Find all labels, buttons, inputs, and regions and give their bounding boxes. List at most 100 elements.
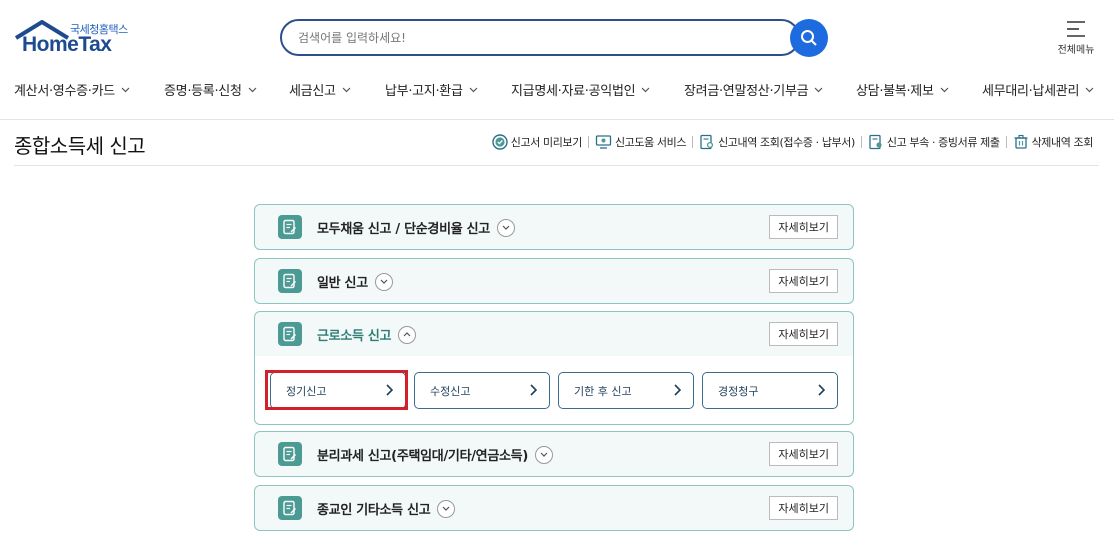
nav-label: 납부·고지·환급: [385, 84, 463, 99]
accordion-title-text: 일반 신고: [317, 276, 368, 291]
accordion-general-filing: 일반 신고 자세히보기: [254, 258, 854, 304]
quick-link-label: 신고서 미리보기: [510, 136, 583, 149]
document-edit-icon: [278, 496, 302, 520]
accordion-title-text: 모두채움 신고 / 단순경비율 신고: [317, 222, 490, 237]
accordion-title-text: 종교인 기타소득 신고: [317, 503, 431, 518]
nav-label: 지급명세·자료·공익법인: [511, 84, 636, 99]
nav-item-certificates[interactable]: 증명·등록·신청: [164, 80, 257, 99]
search-button[interactable]: [790, 19, 828, 57]
chevron-down-icon: [641, 87, 650, 92]
nav-item-tax-agent[interactable]: 세무대리·납세관리: [982, 80, 1094, 99]
chevron-right-icon: [674, 384, 681, 396]
all-menu-button[interactable]: 전체메뉴: [1055, 20, 1097, 56]
accordion-title[interactable]: 종교인 기타소득 신고: [317, 499, 456, 518]
quick-link-label: 삭제내역 조회: [1031, 136, 1094, 149]
accordion-title[interactable]: 모두채움 신고 / 단순경비율 신고: [317, 218, 515, 237]
quick-link-label: 신고 부속 · 증빙서류 제출: [886, 136, 1000, 149]
document-edit-icon: [278, 322, 302, 346]
accordion-title-text: 근로소득 신고: [317, 329, 392, 344]
divider: [1005, 136, 1007, 148]
nav-label: 세무대리·납세관리: [982, 84, 1080, 99]
nav-item-tax-filing[interactable]: 세금신고: [289, 80, 351, 99]
late-filing-button[interactable]: 기한 후 신고: [558, 372, 694, 409]
search-icon: [801, 30, 817, 46]
divider: [587, 136, 589, 148]
chevron-right-icon: [530, 384, 537, 396]
detail-button[interactable]: 자세히보기: [769, 322, 838, 346]
page-title: 종합소득세 신고: [14, 134, 146, 158]
detail-button[interactable]: 자세히보기: [769, 442, 838, 466]
accordion-header[interactable]: 종교인 기타소득 신고 자세히보기: [255, 486, 853, 530]
accordion-title[interactable]: 분리과세 신고(주택임대/기타/연금소득): [317, 445, 553, 464]
monitor-help-icon: [595, 135, 612, 149]
nav-label: 장려금·연말정산·기부금: [684, 84, 809, 99]
detail-button[interactable]: 자세히보기: [769, 215, 838, 239]
button-label: 수정신고: [430, 384, 471, 398]
search-input[interactable]: [282, 21, 798, 54]
document-edit-icon: [278, 442, 302, 466]
chevron-down-icon[interactable]: [534, 445, 553, 464]
quick-links: 신고서 미리보기 신고도움 서비스 신고내역 조회(접수증 · 납부서) 신고 …: [492, 134, 1093, 150]
chevron-down-icon[interactable]: [437, 499, 456, 518]
button-label: 기한 후 신고: [574, 384, 632, 398]
accordion-header[interactable]: 분리과세 신고(주택임대/기타/연금소득) 자세히보기: [255, 432, 853, 476]
accordion-title[interactable]: 근로소득 신고: [317, 325, 417, 344]
nav-label: 상담·불복·제보: [856, 84, 934, 99]
quick-link-attachments[interactable]: 신고 부속 · 증빙서류 제출: [868, 134, 1000, 150]
chevron-up-icon[interactable]: [398, 325, 417, 344]
chevron-down-icon: [814, 87, 823, 92]
hamburger-icon: [1067, 21, 1085, 37]
chevron-down-icon: [342, 87, 351, 92]
main-navigation: 계산서·영수증·카드 증명·등록·신청 세금신고 납부·고지·환급 지급명세·자…: [0, 80, 1114, 100]
divider: [860, 136, 862, 148]
quick-link-deleted-history[interactable]: 삭제내역 조회: [1013, 134, 1093, 150]
accordion-separate-taxation-filing: 분리과세 신고(주택임대/기타/연금소득) 자세히보기: [254, 431, 854, 477]
document-upload-icon: [869, 134, 882, 150]
quick-link-help-service[interactable]: 신고도움 서비스: [595, 134, 686, 150]
check-circle-icon: [492, 134, 508, 150]
document-search-icon: [700, 134, 714, 150]
nav-item-invoices[interactable]: 계산서·영수증·카드: [14, 80, 130, 99]
document-edit-icon: [278, 269, 302, 293]
nav-item-payment[interactable]: 납부·고지·환급: [385, 80, 478, 99]
refund-claim-button[interactable]: 경정청구: [702, 372, 838, 409]
accordion-header[interactable]: 근로소득 신고 자세히보기: [255, 312, 853, 356]
accordion-header[interactable]: 일반 신고 자세히보기: [255, 259, 853, 303]
amended-filing-button[interactable]: 수정신고: [414, 372, 550, 409]
chevron-right-icon: [818, 384, 825, 396]
quick-link-label: 신고내역 조회(접수증 · 납부서): [718, 136, 855, 149]
title-divider: [14, 165, 1099, 166]
highlight-box: [265, 370, 408, 410]
all-menu-label: 전체메뉴: [1057, 45, 1095, 56]
nav-item-statements[interactable]: 지급명세·자료·공익법인: [511, 80, 650, 99]
chevron-down-icon[interactable]: [374, 272, 393, 291]
chevron-down-icon: [940, 87, 949, 92]
chevron-down-icon: [248, 87, 257, 92]
logo-title: HomeTax: [22, 33, 112, 56]
quick-link-label: 신고도움 서비스: [614, 136, 687, 149]
search-box: [280, 19, 800, 56]
nav-item-consultation[interactable]: 상담·불복·제보: [856, 80, 949, 99]
hometax-logo[interactable]: 국세청홈택스 HomeTax: [14, 20, 134, 60]
quick-link-filing-history[interactable]: 신고내역 조회(접수증 · 납부서): [699, 134, 855, 150]
detail-button[interactable]: 자세히보기: [769, 496, 838, 520]
accordion-title-text: 분리과세 신고(주택임대/기타/연금소득): [317, 449, 528, 464]
nav-label: 세금신고: [289, 84, 336, 99]
quick-link-preview[interactable]: 신고서 미리보기: [492, 134, 582, 150]
chevron-down-icon: [1085, 87, 1094, 92]
nav-item-incentives[interactable]: 장려금·연말정산·기부금: [684, 80, 823, 99]
chevron-down-icon: [121, 87, 130, 92]
chevron-down-icon: [469, 87, 478, 92]
document-edit-icon: [278, 215, 302, 239]
nav-label: 계산서·영수증·카드: [14, 84, 115, 99]
accordion-header[interactable]: 모두채움 신고 / 단순경비율 신고 자세히보기: [255, 205, 853, 249]
trash-icon: [1014, 134, 1028, 149]
accordion-religious-income-filing: 종교인 기타소득 신고 자세히보기: [254, 485, 854, 531]
button-label: 경정청구: [718, 384, 759, 398]
detail-button[interactable]: 자세히보기: [769, 269, 838, 293]
divider: [692, 136, 694, 148]
accordion-title[interactable]: 일반 신고: [317, 272, 393, 291]
nav-divider: [0, 119, 1114, 120]
chevron-down-icon[interactable]: [496, 218, 515, 237]
accordion-prefilled-filing: 모두채움 신고 / 단순경비율 신고 자세히보기: [254, 204, 854, 250]
